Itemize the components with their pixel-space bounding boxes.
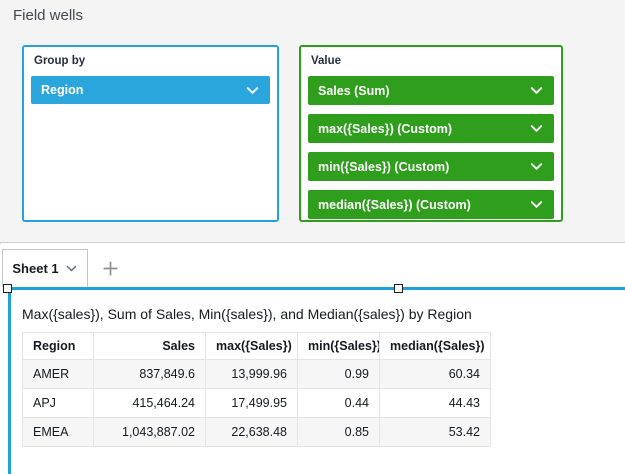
- chevron-down-icon: [529, 121, 544, 136]
- table-cell-max: 17,499.95: [206, 389, 298, 418]
- field-pill-dimension[interactable]: Region: [31, 76, 270, 104]
- table-cell-min: 0.99: [298, 360, 380, 389]
- plus-icon: [102, 260, 119, 277]
- chevron-down-icon[interactable]: [65, 262, 78, 275]
- table-header-row: RegionSalesmax({Sales})min({Sales})media…: [23, 333, 491, 360]
- visual-selection-border-top: [8, 287, 625, 290]
- visual-selection-border-left: [8, 287, 11, 474]
- table-row: AMER 837,849.6 13,999.96 0.99 60.34: [23, 360, 491, 389]
- sheet-tab-label: Sheet 1: [12, 261, 58, 276]
- add-sheet-button[interactable]: [96, 254, 124, 282]
- chevron-down-icon: [529, 197, 544, 212]
- value-label: Value: [311, 55, 554, 67]
- data-table: RegionSalesmax({Sales})min({Sales})media…: [22, 332, 491, 447]
- group-by-pill-list: Region: [31, 76, 270, 104]
- sheet-tab-active[interactable]: Sheet 1: [2, 249, 88, 287]
- table-cell-sales: 415,464.24: [94, 389, 206, 418]
- table-cell-sales: 1,043,887.02: [94, 418, 206, 447]
- table-header-cell: median({Sales}): [380, 333, 491, 360]
- table-row: EMEA 1,043,887.02 22,638.48 0.85 53.42: [23, 418, 491, 447]
- chevron-down-icon: [529, 159, 544, 174]
- field-pill-label: Region: [41, 83, 83, 97]
- table-cell-region: APJ: [23, 389, 94, 418]
- field-wells-panel: Field wells Group by Region Value Sales …: [0, 0, 625, 243]
- field-pill-label: max({Sales}) (Custom): [318, 122, 452, 136]
- field-pill-measure[interactable]: median({Sales}) (Custom): [308, 190, 554, 219]
- value-pill-list: Sales (Sum) max({Sales}) (Custom) min({S…: [308, 76, 554, 219]
- table-header-cell: Region: [23, 333, 94, 360]
- sheet-canvas: Max({sales}), Sum of Sales, Min({sales})…: [0, 287, 625, 474]
- table-cell-region: AMER: [23, 360, 94, 389]
- field-pill-label: median({Sales}) (Custom): [318, 198, 471, 212]
- table-cell-sales: 837,849.6: [94, 360, 206, 389]
- field-wells-title: Field wells: [13, 7, 83, 24]
- group-by-well: Group by Region: [22, 45, 279, 222]
- table-cell-min: 0.85: [298, 418, 380, 447]
- table-body: AMER 837,849.6 13,999.96 0.99 60.34 APJ …: [23, 360, 491, 447]
- field-pill-measure[interactable]: Sales (Sum): [308, 76, 554, 105]
- selection-resize-handle[interactable]: [394, 284, 403, 293]
- table-cell-min: 0.44: [298, 389, 380, 418]
- table-row: APJ 415,464.24 17,499.95 0.44 44.43: [23, 389, 491, 418]
- sheet-tab-bar: Sheet 1: [0, 244, 625, 287]
- field-pill-label: Sales (Sum): [318, 84, 390, 98]
- table-cell-median: 53.42: [380, 418, 491, 447]
- table-cell-max: 22,638.48: [206, 418, 298, 447]
- field-pill-measure[interactable]: max({Sales}) (Custom): [308, 114, 554, 143]
- field-pill-label: min({Sales}) (Custom): [318, 160, 449, 174]
- table-cell-region: EMEA: [23, 418, 94, 447]
- chevron-down-icon: [529, 83, 544, 98]
- visual-title: Max({sales}), Sum of Sales, Min({sales})…: [22, 306, 472, 322]
- table-header-cell: max({Sales}): [206, 333, 298, 360]
- table-cell-median: 44.43: [380, 389, 491, 418]
- table-header-cell: min({Sales}): [298, 333, 380, 360]
- table-header-cell: Sales: [94, 333, 206, 360]
- field-pill-measure[interactable]: min({Sales}) (Custom): [308, 152, 554, 181]
- selection-resize-handle[interactable]: [3, 284, 12, 293]
- group-by-label: Group by: [34, 55, 270, 67]
- table-cell-median: 60.34: [380, 360, 491, 389]
- table-cell-max: 13,999.96: [206, 360, 298, 389]
- value-well: Value Sales (Sum) max({Sales}) (Custom) …: [299, 45, 563, 222]
- chevron-down-icon: [245, 83, 260, 98]
